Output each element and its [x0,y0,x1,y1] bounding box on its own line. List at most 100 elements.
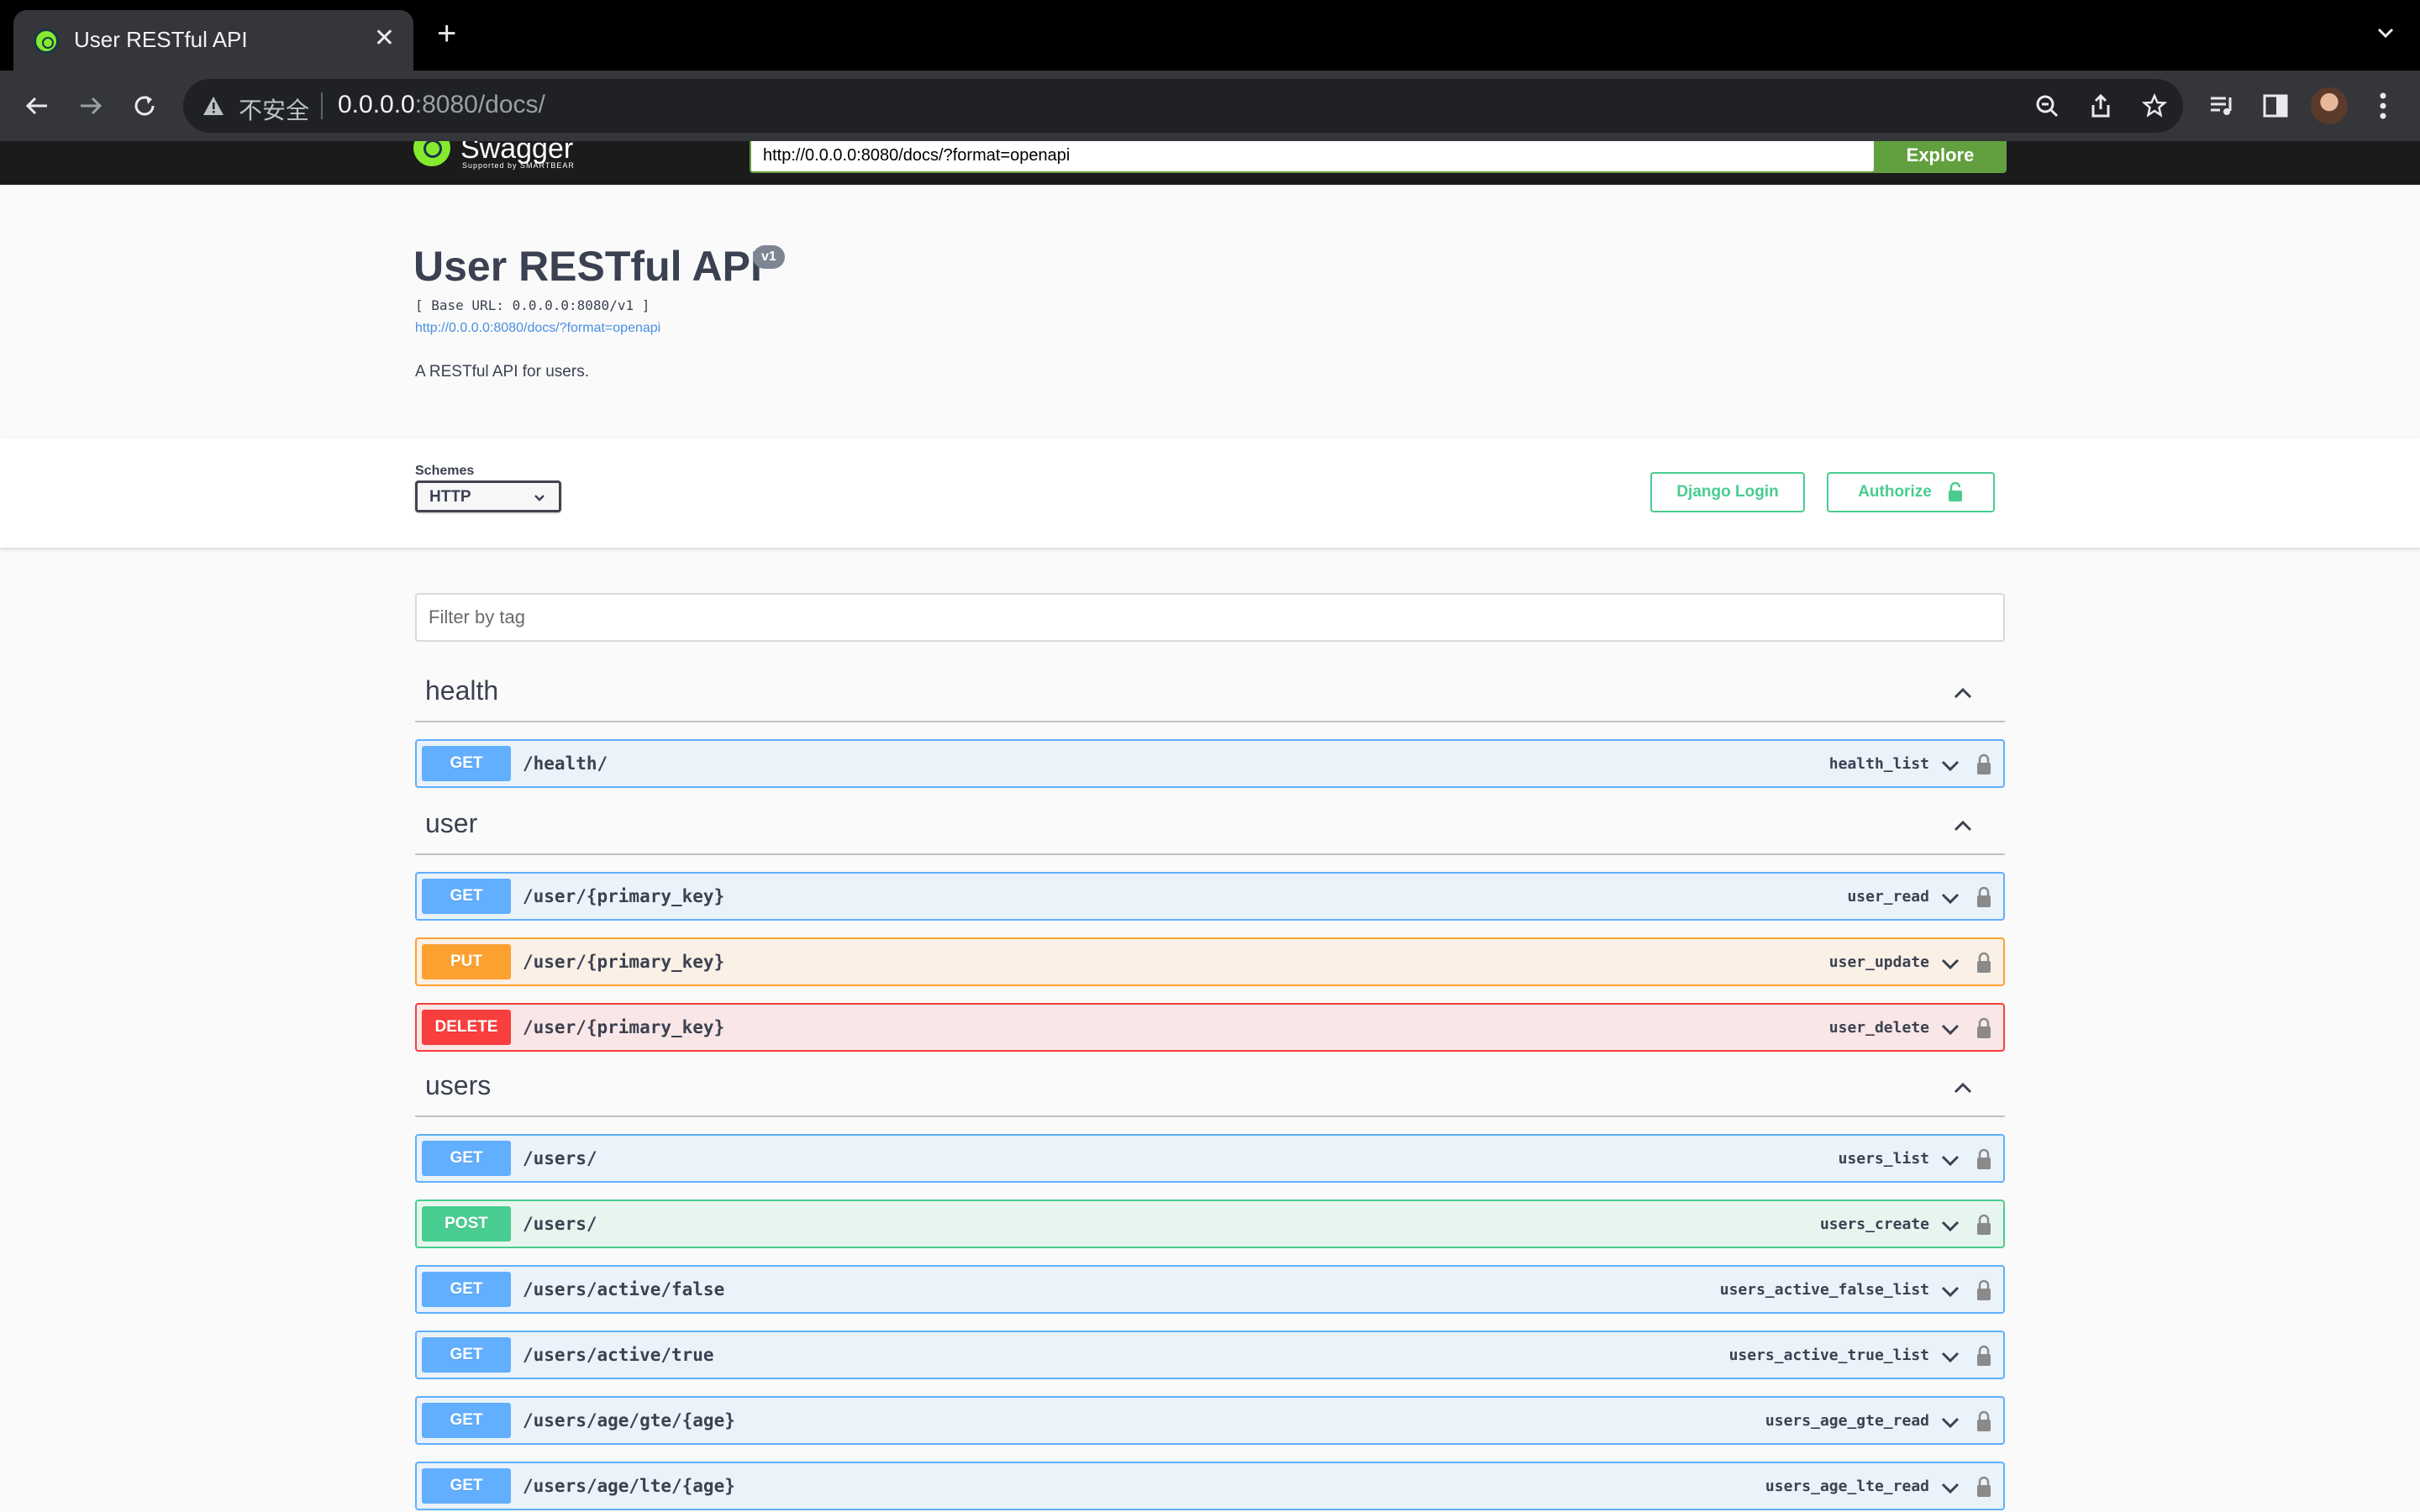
tag-name: health [425,675,499,706]
operation-row[interactable]: DELETE /user/{primary_key} user_delete [415,1003,2005,1052]
method-badge: DELETE [422,1010,511,1045]
spec-url-input[interactable]: http://0.0.0.0:8080/docs/?format=openapi [750,141,1876,173]
base-url: [ Base URL: 0.0.0.0:8080/v1 ] [415,297,650,313]
operation-path: /users/age/gte/{age} [523,1410,735,1431]
tag-section-health: health GET /health/ health_list [415,664,2005,788]
chevron-down-icon[interactable] [1939,1477,1961,1499]
tag-header[interactable]: users [415,1058,2005,1117]
lock-icon[interactable] [1975,753,1993,776]
lock-icon[interactable] [1975,1410,1993,1433]
swagger-topbar: Swagger Supported by SMARTBEAR http://0.… [0,141,2420,185]
chevron-down-icon[interactable] [1939,754,1961,776]
method-badge: POST [422,1206,511,1242]
scheme-container: Schemes HTTP Django Login Authorize [0,438,2420,548]
chevron-down-icon[interactable] [1939,887,1961,909]
operation-path: /users/ [523,1214,597,1234]
chevron-up-icon[interactable] [1951,815,1975,838]
lock-icon[interactable] [1975,1016,1993,1040]
bookmark-star-icon[interactable] [2141,92,2168,119]
filter-by-tag-input[interactable] [415,593,2005,642]
chevron-up-icon[interactable] [1951,1077,1975,1100]
spec-link[interactable]: http://0.0.0.0:8080/docs/?format=openapi [415,321,660,336]
tag-section-user: user GET /user/{primary_key} user_read P… [415,796,2005,1052]
zoom-out-icon[interactable] [2033,92,2060,119]
chevron-down-icon[interactable] [1939,1411,1961,1433]
method-badge: GET [422,1468,511,1504]
browser-tab[interactable]: User RESTful API ✕ [13,10,413,71]
method-badge: GET [422,1337,511,1373]
close-tab-icon[interactable]: ✕ [374,24,395,53]
explore-button[interactable]: Explore [1874,141,2007,173]
tag-header[interactable]: user [415,796,2005,855]
lock-icon[interactable] [1975,1344,1993,1368]
operation-id: users_create [1819,1215,1929,1233]
schemes-select[interactable]: HTTP [415,480,561,512]
swagger-logo-icon[interactable] [413,141,450,166]
address-bar[interactable]: 不安全 0.0.0.0:8080/docs/ [183,79,2183,133]
method-badge: GET [422,1272,511,1307]
operation-row[interactable]: GET /health/ health_list [415,739,2005,788]
operation-id: user_delete [1828,1019,1929,1037]
chevron-down-icon[interactable] [1939,1280,1961,1302]
operation-id: health_list [1828,755,1929,773]
lock-icon[interactable] [1975,1475,1993,1499]
operation-row[interactable]: GET /users/active/false users_active_fal… [415,1265,2005,1314]
operation-id: users_active_true_list [1728,1347,1929,1364]
tag-section-users: users GET /users/ users_list POST /users… [415,1058,2005,1510]
reload-icon[interactable] [124,86,165,126]
operation-row[interactable]: GET /users/age/lte/{age} users_age_lte_r… [415,1462,2005,1510]
operation-path: /user/{primary_key} [523,1017,725,1037]
operation-row[interactable]: GET /users/ users_list [415,1134,2005,1183]
side-panel-icon[interactable] [2257,87,2294,124]
chevron-down-icon[interactable] [1939,1149,1961,1171]
chevron-up-icon[interactable] [1951,682,1975,706]
swagger-favicon-icon [34,29,59,54]
operation-row[interactable]: POST /users/ users_create [415,1200,2005,1248]
share-icon[interactable] [2087,92,2114,119]
method-badge: GET [422,746,511,781]
operation-row[interactable]: GET /users/age/gte/{age} users_age_gte_r… [415,1396,2005,1445]
operation-id: users_age_lte_read [1765,1478,1929,1495]
chevron-down-icon [534,495,544,501]
supported-by-label: Supported by SMARTBEAR [462,161,575,170]
warning-icon[interactable] [202,94,225,118]
new-tab-icon[interactable]: + [437,17,456,50]
more-menu-icon[interactable] [2365,87,2402,124]
url-text[interactable]: 0.0.0.0:8080/docs/ [338,91,545,119]
lock-icon[interactable] [1975,885,1993,909]
tag-name: users [425,1070,492,1100]
api-title: User RESTful API [413,243,762,290]
chevron-down-icon[interactable] [1939,1018,1961,1040]
method-badge: PUT [422,944,511,979]
operation-path: /user/{primary_key} [523,886,725,906]
operation-path: /health/ [523,753,608,774]
chevron-down-icon[interactable] [1939,1215,1961,1236]
browser-toolbar: 不安全 0.0.0.0:8080/docs/ [0,71,2420,141]
authorize-label: Authorize [1858,483,1932,501]
lock-icon[interactable] [1975,1278,1993,1302]
operation-path: /user/{primary_key} [523,952,725,972]
back-icon[interactable] [17,86,57,126]
lock-icon[interactable] [1975,951,1993,974]
chevron-down-icon[interactable] [2376,24,2395,42]
operation-path: /users/active/true [523,1345,714,1365]
profile-avatar[interactable] [2311,87,2348,124]
authorize-button[interactable]: Authorize [1827,472,1995,512]
reading-list-icon[interactable] [2203,87,2240,124]
operation-row[interactable]: PUT /user/{primary_key} user_update [415,937,2005,986]
tag-name: user [425,808,478,838]
django-login-button[interactable]: Django Login [1650,472,1805,512]
tag-header[interactable]: health [415,664,2005,722]
lock-icon[interactable] [1975,1147,1993,1171]
operation-path: /users/active/false [523,1279,725,1299]
operation-row[interactable]: GET /user/{primary_key} user_read [415,872,2005,921]
chevron-down-icon[interactable] [1939,953,1961,974]
forward-icon[interactable] [71,86,111,126]
operation-row[interactable]: GET /users/active/true users_active_true… [415,1331,2005,1379]
tab-title: User RESTful API [74,27,248,52]
operation-path: /users/ [523,1148,597,1168]
operation-path: /users/age/lte/{age} [523,1476,735,1496]
chevron-down-icon[interactable] [1939,1346,1961,1368]
security-label[interactable]: 不安全 [239,92,309,126]
lock-icon[interactable] [1975,1213,1993,1236]
